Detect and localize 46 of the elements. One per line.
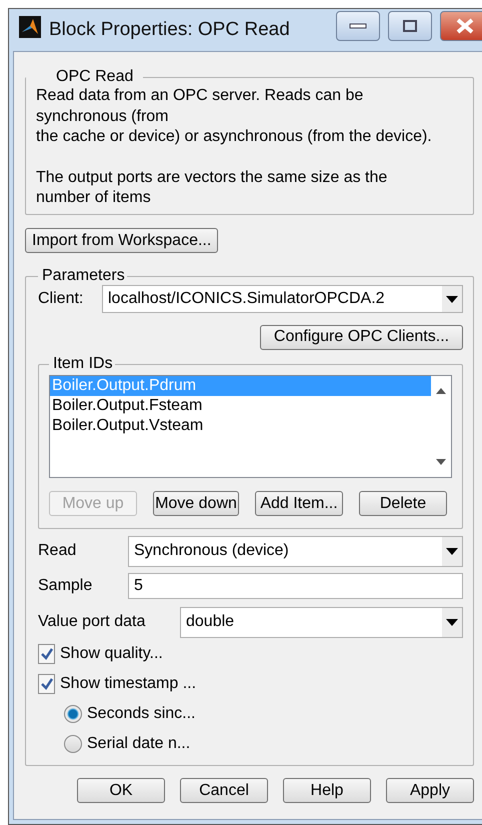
group-title: OPC Read bbox=[55, 68, 134, 86]
dialog-button[interactable]: Apply bbox=[386, 778, 474, 803]
field-label: Sample bbox=[38, 577, 94, 595]
dropdown-caret-icon bbox=[446, 618, 458, 626]
checkbox[interactable] bbox=[38, 644, 55, 664]
dropdown-caret-icon bbox=[446, 296, 458, 302]
description-text: Read data from an OPC server. Reads can be synchronous (from the cache or device) or asynchronous (from the device). bbox=[36, 86, 433, 147]
dialog-button[interactable]: Cancel bbox=[180, 778, 268, 803]
minimize-icon bbox=[349, 23, 367, 29]
list-item[interactable]: Boiler.Output.Vsteam bbox=[50, 416, 431, 436]
radio-label: Serial date n... bbox=[87, 735, 190, 753]
app-logo-icon bbox=[19, 16, 41, 38]
close-icon bbox=[456, 18, 474, 34]
group-title: Item IDs bbox=[52, 355, 114, 373]
description-text: The output ports are vectors the same size as the number of items bbox=[36, 168, 388, 208]
dropdown-caret-icon bbox=[446, 548, 458, 554]
dialog-button[interactable]: Help bbox=[283, 778, 371, 803]
list-action-button[interactable]: Delete bbox=[359, 491, 447, 516]
checkbox-label: Show timestamp ... bbox=[60, 675, 196, 693]
scroll-down-icon[interactable] bbox=[436, 459, 446, 465]
list-item[interactable]: Boiler.Output.Fsteam bbox=[50, 396, 431, 416]
group-title: Parameters bbox=[41, 267, 126, 285]
import-button[interactable]: Import from Workspace... bbox=[25, 228, 218, 253]
read-dropdown[interactable]: Synchronous (device) bbox=[128, 536, 463, 566]
list-action-button[interactable]: Move down bbox=[153, 491, 239, 516]
configure-button[interactable]: Configure OPC Clients... bbox=[260, 324, 463, 350]
minimize-button[interactable] bbox=[336, 11, 380, 41]
window-title: Block Properties: OPC Read bbox=[49, 19, 291, 41]
scroll-up-icon[interactable] bbox=[436, 388, 446, 394]
maximize-button[interactable] bbox=[388, 11, 432, 41]
checkbox-label: Show quality... bbox=[60, 645, 163, 663]
radio-button[interactable] bbox=[64, 705, 82, 723]
value-port-dropdown[interactable]: double bbox=[180, 606, 463, 638]
maximize-icon bbox=[403, 20, 417, 32]
sample-field[interactable]: 5 bbox=[128, 573, 463, 599]
radio-button[interactable] bbox=[64, 735, 82, 753]
list-action-button[interactable]: Add Item... bbox=[255, 491, 343, 516]
client-dropdown[interactable]: localhost/ICONICS.SimulatorOPCDA.2 bbox=[102, 285, 463, 313]
field-label: Client: bbox=[38, 290, 84, 308]
checkbox[interactable] bbox=[38, 674, 55, 694]
field-label: Value port data bbox=[38, 613, 146, 631]
dialog-button[interactable]: OK bbox=[77, 778, 165, 803]
item-list[interactable]: Boiler.Output.Pdrum Boiler.Output.Fsteam Boiler.Output.Vsteam bbox=[49, 375, 452, 478]
radio-label: Seconds sinc... bbox=[87, 705, 196, 723]
close-button[interactable] bbox=[440, 11, 482, 41]
field-label: Read bbox=[38, 542, 78, 560]
